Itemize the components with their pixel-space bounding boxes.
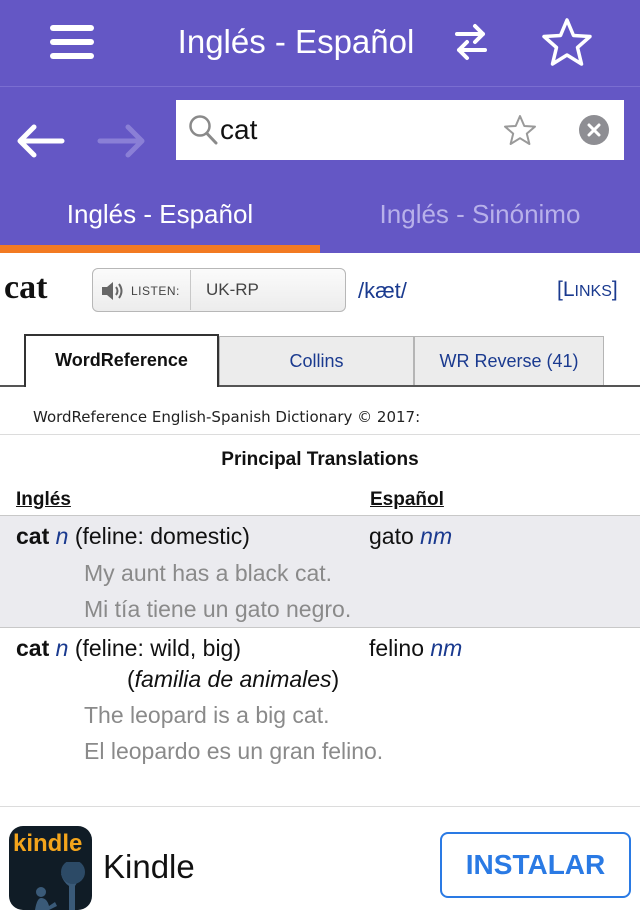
example-spanish: Mi tía tiene un gato negro. (84, 596, 352, 622)
row-pos: n (55, 635, 69, 661)
ad-banner[interactable]: kindle Kindle INSTALAR (0, 818, 640, 918)
column-header-source: Inglés (16, 489, 71, 510)
row-translation: gato nm (369, 523, 453, 549)
clear-x-icon[interactable] (579, 115, 609, 145)
accent-select[interactable]: UK-RP (206, 280, 259, 300)
tab-wordreference[interactable]: WordReference (24, 334, 219, 387)
search-input[interactable] (220, 110, 490, 150)
row-sense: (feline: wild, big) (74, 635, 242, 661)
row-pos: n (55, 523, 69, 549)
translation-row: cat n (feline: domestic) gato nm My aunt… (0, 516, 640, 627)
search-box (176, 100, 624, 160)
search-bar (0, 87, 640, 183)
star-outline-icon[interactable] (541, 17, 593, 67)
kindle-logo[interactable]: kindle (9, 826, 92, 910)
star-outline-icon[interactable] (503, 114, 537, 146)
example-english: My aunt has a black cat. (84, 560, 333, 586)
row-translation-pos: nm (430, 635, 463, 661)
links-rest: INKS (574, 283, 612, 300)
row-usage-note: (familia de animales) (127, 666, 340, 692)
column-header-target: Español (370, 489, 444, 510)
arrow-right-icon[interactable] (96, 121, 148, 161)
dictionary-copyright: WordReference English-Spanish Dictionary… (33, 408, 421, 426)
top-bar: Inglés - Español (0, 0, 640, 86)
install-button[interactable]: INSTALAR (440, 832, 631, 898)
swap-arrows-icon[interactable] (451, 20, 491, 64)
listen-divider (190, 270, 191, 310)
magnifier-icon (189, 115, 218, 145)
links-bracket-close: ] (611, 278, 618, 301)
app-title: Inglés - Español (177, 23, 415, 60)
language-tabs: Inglés - Español Inglés - Sinónimo (0, 183, 640, 253)
translation-row: cat n (feline: wild, big) felino nm (fam… (0, 628, 640, 778)
row-term: cat n (feline: domestic) (16, 523, 250, 549)
row-translation-pos: nm (420, 523, 453, 549)
links-first-letter: L (562, 278, 575, 301)
divider (0, 434, 640, 435)
listen-label: LISTEN: (131, 284, 180, 298)
tab-wr-reverse[interactable]: WR Reverse (41) (414, 336, 604, 386)
dictionary-tabs: WordReference Collins WR Reverse (41) (0, 334, 640, 387)
tab-ingles-sinonimo[interactable]: Inglés - Sinónimo (320, 183, 640, 253)
row-sense: (feline: domestic) (74, 523, 250, 549)
ad-title: Kindle (103, 848, 195, 885)
row-translation: felino nm (369, 635, 463, 661)
hamburger-menu-icon[interactable] (50, 25, 94, 59)
speaker-icon[interactable] (100, 279, 126, 303)
reader-tree-icon (35, 862, 85, 910)
tab-collins[interactable]: Collins (219, 336, 414, 386)
tab-ingles-espanol[interactable]: Inglés - Español (0, 183, 320, 253)
divider (0, 806, 640, 807)
arrow-left-icon[interactable] (14, 121, 66, 161)
active-tab-indicator (0, 245, 320, 253)
phonetic-transcription: /kæt/ (358, 278, 407, 303)
section-title: Principal Translations (221, 449, 419, 470)
listen-control[interactable]: LISTEN: UK-RP (92, 268, 346, 312)
example-english: The leopard is a big cat. (84, 702, 330, 728)
headword: cat (4, 269, 48, 306)
links-link[interactable]: [LINKS] (557, 278, 618, 302)
row-term: cat n (feline: wild, big) (16, 635, 242, 661)
example-spanish: El leopardo es un gran felino. (84, 738, 384, 764)
